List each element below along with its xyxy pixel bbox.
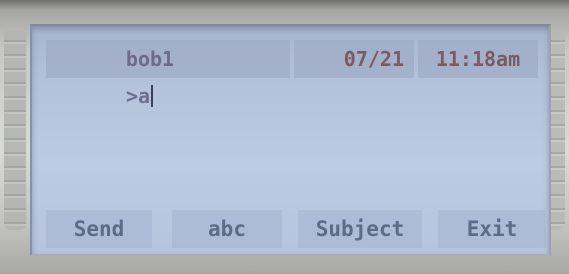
header-time: 11:18am (418, 40, 538, 78)
bezel-grip-left (4, 30, 26, 230)
message-input[interactable]: >a (126, 82, 154, 110)
softkey-send[interactable]: Send (46, 210, 152, 248)
softkey-subject[interactable]: Subject (298, 210, 422, 248)
softkey-abc[interactable]: abc (172, 210, 282, 248)
softkey-bar: Send abc Subject Exit (46, 210, 546, 248)
softkey-exit[interactable]: Exit (438, 210, 546, 248)
header-username: bob1 (46, 40, 290, 78)
phone-bezel: bob1 07/21 11:18am >a Send abc Subject E… (0, 0, 569, 274)
text-cursor (151, 85, 154, 107)
lcd-screen: bob1 07/21 11:18am >a Send abc Subject E… (30, 24, 551, 256)
message-input-text: >a (126, 84, 151, 108)
bezel-top-shadow (0, 0, 569, 10)
header-date: 07/21 (294, 40, 414, 78)
